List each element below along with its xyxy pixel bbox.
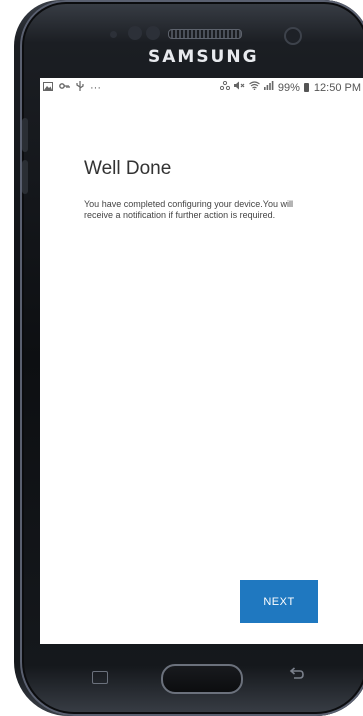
battery-percent: 99% [277,81,300,94]
volume-down-button [22,160,28,194]
brand-logo: SAMSUNG [148,47,259,67]
mute-icon [233,81,245,94]
image-icon [43,81,53,95]
wifi-icon [249,81,260,94]
sensor-dot [146,26,160,40]
recent-apps-icon[interactable] [92,671,108,684]
page-description: You have completed configuring your devi… [84,199,293,220]
earpiece [168,29,242,39]
network-share-icon [219,80,230,94]
home-button[interactable] [161,664,243,694]
screen: ··· 99% 12:50 PM Well Done You have comp… [40,78,363,644]
next-button[interactable]: NEXT [240,580,318,623]
status-bar: ··· 99% 12:50 PM [40,78,363,98]
usb-icon [76,81,84,95]
clock: 12:50 PM [313,81,361,94]
battery-icon [303,83,309,92]
signal-icon [263,81,274,94]
front-camera [284,27,302,45]
volume-up-button [22,118,28,152]
sensor-dot [128,26,142,40]
back-icon[interactable] [289,666,305,686]
key-icon [59,82,70,94]
page-title: Well Done [84,158,172,179]
sensor-dot [110,31,117,38]
more-icon: ··· [90,82,101,94]
